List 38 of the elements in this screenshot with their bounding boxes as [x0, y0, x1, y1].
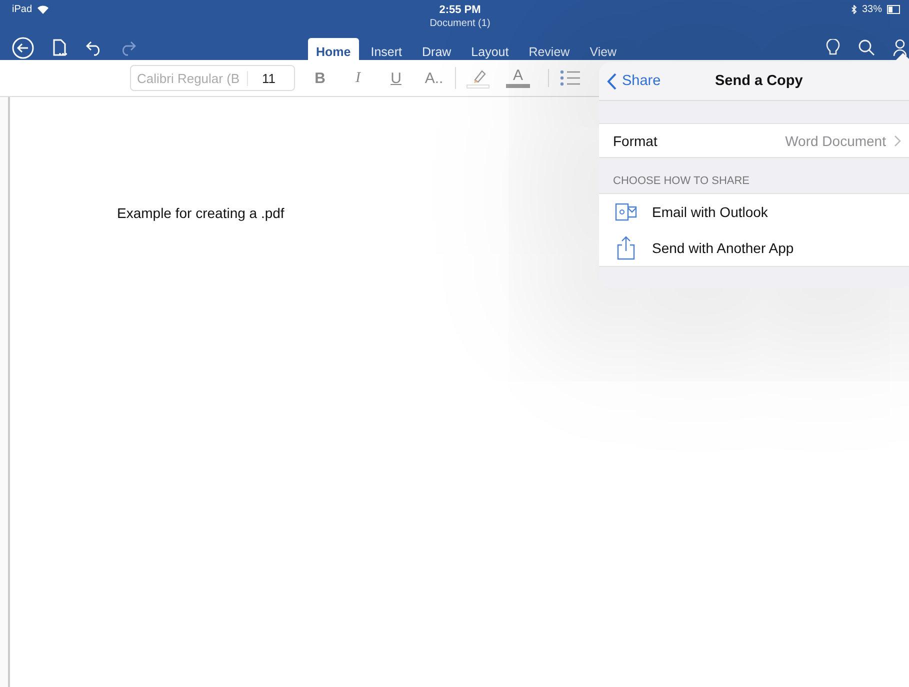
share-option[interactable]: Send with Another App — [599, 230, 909, 266]
document-text: Example for creating a .pdf — [117, 205, 284, 221]
font-field[interactable]: Calibri Regular (B 11 — [130, 65, 295, 91]
bluetooth-icon — [850, 5, 857, 14]
mail-icon — [615, 201, 637, 223]
bullet-list-icon[interactable] — [548, 69, 581, 87]
chevron-left-icon — [607, 72, 617, 90]
ribbon-tab[interactable]: Insert — [362, 38, 410, 64]
share-icon — [615, 236, 637, 260]
redo-icon[interactable] — [120, 40, 136, 56]
back-button[interactable]: Share — [599, 72, 669, 90]
format-row[interactable]: Format Word Document — [599, 123, 909, 158]
undo-icon[interactable] — [86, 40, 102, 56]
battery-percent: 33% — [862, 4, 882, 15]
back-icon[interactable] — [12, 37, 34, 59]
device-name: iPad — [12, 4, 32, 15]
window-title: Document (1) — [430, 18, 490, 29]
underline-button[interactable]: U — [377, 70, 415, 86]
ribbon-tab[interactable]: Draw — [414, 38, 460, 64]
person-icon[interactable] — [893, 39, 907, 57]
ribbon-tab[interactable]: Layout — [463, 38, 517, 64]
search-icon[interactable] — [858, 39, 875, 56]
italic-button[interactable]: I — [339, 70, 377, 86]
font-color-button[interactable]: A — [506, 68, 530, 88]
lightbulb-icon[interactable] — [826, 39, 840, 57]
styles-button[interactable]: A.. — [415, 70, 453, 86]
section-header: CHOOSE HOW TO SHARE — [612, 174, 751, 189]
panel-title: Send a Copy — [715, 73, 803, 89]
wifi-icon — [37, 5, 50, 14]
chevron-right-icon — [894, 134, 901, 146]
ribbon-tab[interactable]: Review — [520, 38, 578, 64]
share-option[interactable]: Email with Outlook — [599, 194, 909, 230]
highlighter-icon[interactable] — [455, 67, 490, 89]
bold-button[interactable]: B — [301, 70, 339, 86]
battery-icon — [886, 5, 901, 14]
file-icon[interactable] — [52, 39, 68, 57]
status-time: 2:55 PM — [439, 4, 481, 16]
ribbon-tab[interactable]: View — [582, 38, 625, 64]
